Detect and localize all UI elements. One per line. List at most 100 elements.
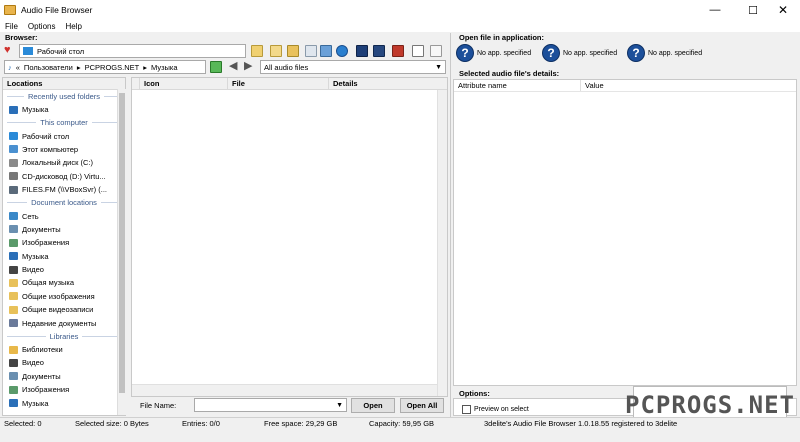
chevron-down-icon: ▼: [435, 63, 442, 71]
favorites-heart-icon[interactable]: ♥: [4, 45, 16, 56]
file-type-filter-select[interactable]: All audio files ▼: [260, 60, 446, 74]
refresh-icon[interactable]: [210, 61, 222, 73]
breadcrumb-music[interactable]: Музыка: [151, 63, 178, 72]
location-item-label: Общая музыка: [22, 278, 75, 288]
details-table[interactable]: Attribute name Value: [453, 79, 797, 386]
disk-icon: [9, 158, 18, 167]
locations-header: Locations: [3, 78, 125, 90]
file-list[interactable]: Icon File Details: [131, 77, 448, 397]
path-combobox[interactable]: Рабочий стол: [19, 44, 246, 58]
forward-arrow-icon[interactable]: ▶: [244, 59, 252, 72]
breadcrumb-users[interactable]: Пользователи: [24, 63, 73, 72]
column-icon[interactable]: Icon: [140, 78, 228, 89]
open-in-app-label: Open file in application:: [459, 33, 545, 42]
app-slot-1[interactable]: ? No app. specified: [456, 44, 531, 62]
column-file[interactable]: File: [228, 78, 329, 89]
open-button[interactable]: Open: [351, 398, 395, 413]
chevron-down-icon[interactable]: ▼: [336, 402, 343, 409]
location-item[interactable]: Видео: [3, 356, 125, 369]
preview-checkbox[interactable]: [462, 405, 471, 414]
path-value: Рабочий стол: [37, 46, 85, 56]
open-all-button[interactable]: Open All: [400, 398, 444, 413]
library-icon: [9, 345, 18, 354]
back-arrow-icon[interactable]: ◀: [229, 59, 237, 72]
column-details[interactable]: Details: [329, 78, 447, 89]
location-item[interactable]: Общая музыка: [3, 276, 125, 289]
sort-icon[interactable]: [356, 45, 368, 57]
filter-value: All audio files: [264, 62, 309, 72]
breadcrumb-pcprogs[interactable]: PCPROGS.NET: [85, 63, 140, 72]
settings-icon[interactable]: [430, 45, 442, 57]
music-note-icon: [9, 252, 18, 261]
music-view-icon[interactable]: [336, 45, 348, 57]
breadcrumb-back[interactable]: «: [16, 63, 20, 72]
filter-icon[interactable]: [373, 45, 385, 57]
close-button[interactable]: ✕: [766, 0, 800, 20]
locations-scrollbar[interactable]: [117, 89, 126, 415]
location-item[interactable]: Рабочий стол: [3, 129, 125, 142]
group-title: This computer: [40, 118, 88, 128]
network-icon: [9, 212, 18, 221]
breadcrumb-separator-icon: ▸: [143, 62, 147, 72]
edit-folder-icon[interactable]: [270, 45, 282, 57]
location-item-label: Сеть: [22, 211, 39, 221]
question-icon: ?: [627, 44, 645, 62]
bookmark-icon[interactable]: [392, 45, 404, 57]
folder-up-icon[interactable]: [287, 45, 299, 57]
location-item[interactable]: CD-дисковод (D:) Virtu...: [3, 170, 125, 183]
location-item[interactable]: Изображения: [3, 383, 125, 396]
folder-icon: [9, 278, 18, 287]
column-value[interactable]: Value: [581, 80, 796, 91]
location-item[interactable]: Видео: [3, 263, 125, 276]
location-item-label: Музыка: [22, 398, 49, 408]
menu-options[interactable]: Options: [23, 22, 61, 31]
location-item[interactable]: Этот компьютер: [3, 143, 125, 156]
menu-file[interactable]: File: [0, 22, 23, 31]
location-item[interactable]: Музыка: [3, 396, 125, 409]
video-icon: [9, 358, 18, 367]
location-item[interactable]: Музыка: [3, 103, 125, 116]
app-icon: [4, 5, 16, 15]
location-item[interactable]: Сеть: [3, 209, 125, 222]
file-name-input[interactable]: ▼: [194, 398, 347, 412]
details-view-icon[interactable]: [305, 45, 317, 57]
menu-help[interactable]: Help: [60, 22, 86, 31]
location-item[interactable]: Изображения: [3, 236, 125, 249]
location-item[interactable]: FILES.FM (\\VBoxSvr) (...: [3, 183, 125, 196]
location-item[interactable]: Музыка: [3, 250, 125, 263]
column-attribute-name[interactable]: Attribute name: [454, 80, 581, 91]
scrollbar-thumb[interactable]: [119, 93, 125, 393]
location-item[interactable]: Библиотеки: [3, 343, 125, 356]
window-title: Audio File Browser: [21, 5, 93, 15]
app-slot-2[interactable]: ? No app. specified: [542, 44, 617, 62]
search-icon[interactable]: [412, 45, 424, 57]
documents-icon: [9, 372, 18, 381]
location-item[interactable]: Недавние документы: [3, 316, 125, 329]
cd-drive-icon: [9, 172, 18, 181]
panel-splitter[interactable]: [450, 33, 451, 417]
browser-label: Browser:: [5, 33, 38, 42]
location-item[interactable]: Документы: [3, 223, 125, 236]
locations-group-header: Recently used folders: [3, 90, 125, 103]
location-item[interactable]: Общие изображения: [3, 290, 125, 303]
folder-icon: [9, 305, 18, 314]
location-item-label: Видео: [22, 265, 44, 275]
location-item[interactable]: Общие видеозаписи: [3, 303, 125, 316]
minimize-button[interactable]: —: [698, 0, 732, 20]
maximize-button[interactable]: ☐: [736, 0, 770, 20]
status-bar: Selected: 0 Selected size: 0 Bytes Entri…: [0, 417, 800, 429]
locations-list: Recently used folders Музыка This computer…: [3, 90, 125, 410]
music-note-icon: [9, 399, 18, 408]
breadcrumb[interactable]: ♪ « Пользователи ▸ PCPROGS.NET ▸ Музыка: [4, 60, 206, 74]
group-title: Recently used folders: [27, 92, 101, 101]
location-item[interactable]: Локальный диск (C:): [3, 156, 125, 169]
locations-panel: Locations Recently used folders Музыка Thi…: [2, 77, 126, 416]
app-slot-3[interactable]: ? No app. specified: [627, 44, 702, 62]
thumbnail-view-icon[interactable]: [320, 45, 332, 57]
location-item[interactable]: Документы: [3, 370, 125, 383]
details-header: Attribute name Value: [454, 80, 796, 92]
file-list-scrollbar[interactable]: [437, 90, 447, 396]
open-folder-icon[interactable]: [251, 45, 263, 57]
pictures-icon: [9, 238, 18, 247]
file-list-hscrollbar[interactable]: [132, 384, 437, 396]
